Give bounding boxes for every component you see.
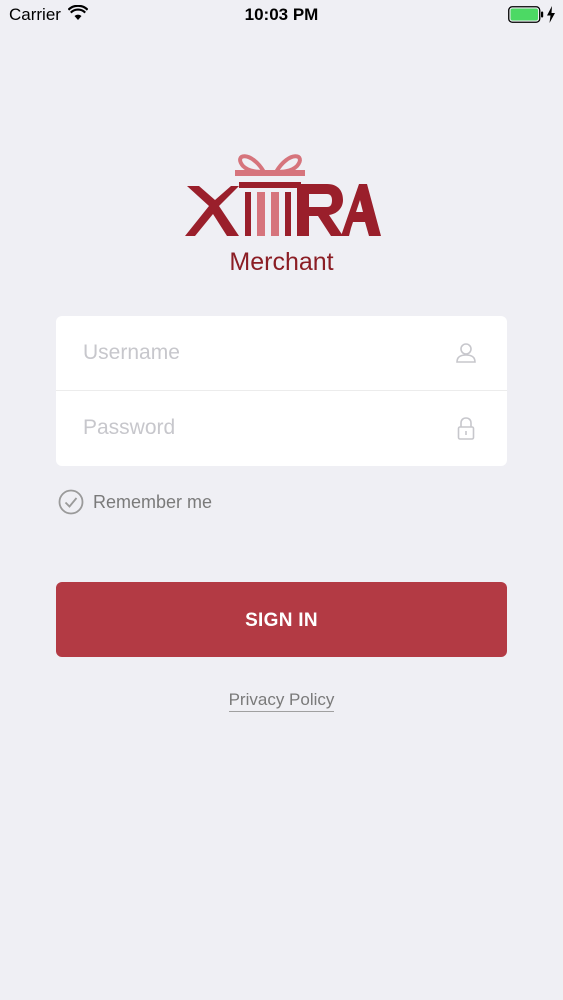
remember-me-toggle[interactable]: Remember me: [58, 488, 258, 516]
privacy-policy-link[interactable]: Privacy Policy: [228, 690, 335, 712]
password-input[interactable]: [83, 391, 443, 465]
bolt-icon: [547, 6, 555, 23]
username-row: [56, 316, 507, 391]
password-row: [56, 391, 507, 465]
logo-subtitle: Merchant: [229, 248, 334, 276]
check-circle-icon[interactable]: [58, 489, 84, 515]
lock-icon: [457, 417, 475, 440]
username-input[interactable]: [83, 316, 443, 390]
sign-in-button[interactable]: SIGN IN: [56, 582, 507, 657]
battery-icon: [508, 6, 544, 23]
gift-bow-icon: [238, 154, 302, 175]
status-bar: Carrier 10:03 PM: [0, 0, 563, 30]
status-time: 10:03 PM: [244, 5, 319, 24]
privacy-policy-row: Privacy Policy: [0, 690, 563, 712]
login-form: [56, 316, 507, 466]
remember-me-label: Remember me: [93, 492, 213, 512]
xtra-logo: [185, 154, 381, 236]
user-icon: [456, 343, 476, 363]
